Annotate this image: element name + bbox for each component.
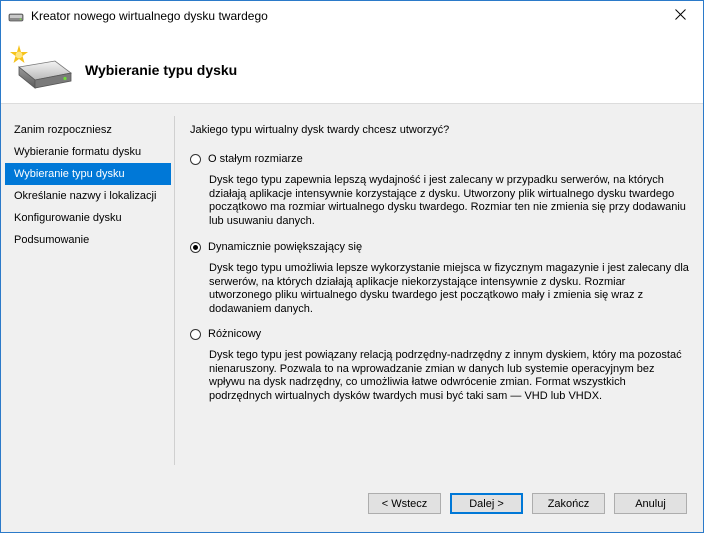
title-bar: Kreator nowego wirtualnego dysku twardeg… <box>1 1 703 31</box>
option-dynamic: Dynamicznie powiększający się Dysk tego … <box>190 239 690 316</box>
option-description: Dysk tego typu zapewnia lepszą wydajność… <box>209 174 686 227</box>
close-icon <box>674 9 686 23</box>
step-configure-disk[interactable]: Konfigurowanie dysku <box>5 207 171 229</box>
finish-button[interactable]: Zakończ <box>532 493 605 514</box>
option-differencing: Różnicowy Dysk tego typu jest powiązany … <box>190 326 690 403</box>
step-before-you-begin[interactable]: Zanim rozpoczniesz <box>5 119 171 141</box>
disk-type-panel: Jakiego typu wirtualny dysk twardy chces… <box>190 124 690 403</box>
radio-differencing[interactable]: Różnicowy <box>190 326 690 342</box>
step-choose-type[interactable]: Wybieranie typu dysku <box>5 163 171 185</box>
hard-disk-app-icon <box>8 8 24 24</box>
wizard-content: Zanim rozpoczniesz Wybieranie formatu dy… <box>1 104 703 476</box>
option-label[interactable]: Dynamicznie powiększający się <box>208 241 362 253</box>
radio-button-icon[interactable] <box>190 328 201 340</box>
wizard-footer: < Wstecz Dalej > Zakończ Anuluj <box>1 476 703 532</box>
page-title: Wybieranie typu dysku <box>85 62 238 78</box>
wizard-window: Kreator nowego wirtualnego dysku twardeg… <box>0 0 704 533</box>
option-label[interactable]: O stałym rozmiarze <box>208 153 303 165</box>
radio-button-icon[interactable] <box>190 153 201 165</box>
nav-divider <box>174 116 175 465</box>
step-summary[interactable]: Podsumowanie <box>5 229 171 251</box>
wizard-steps-nav: Zanim rozpoczniesz Wybieranie formatu dy… <box>5 119 171 251</box>
option-fixed-size: O stałym rozmiarze Dysk tego typu zapewn… <box>190 151 690 228</box>
disk-wizard-icon <box>5 43 77 93</box>
radio-fixed-size[interactable]: O stałym rozmiarze <box>190 151 690 167</box>
next-button[interactable]: Dalej > <box>450 493 523 514</box>
close-button[interactable] <box>657 1 703 31</box>
step-choose-format[interactable]: Wybieranie formatu dysku <box>5 141 171 163</box>
window-title: Kreator nowego wirtualnego dysku twardeg… <box>31 9 268 23</box>
disk-type-question: Jakiego typu wirtualny dysk twardy chces… <box>190 124 450 136</box>
option-description: Dysk tego typu umożliwia lepsze wykorzys… <box>209 262 689 315</box>
option-description: Dysk tego typu jest powiązany relacją po… <box>209 349 682 402</box>
radio-dynamic[interactable]: Dynamicznie powiększający się <box>190 239 690 255</box>
wizard-header: Wybieranie typu dysku <box>1 31 703 104</box>
radio-button-selected-icon[interactable] <box>190 241 201 253</box>
option-label[interactable]: Różnicowy <box>208 328 261 340</box>
cancel-button[interactable]: Anuluj <box>614 493 687 514</box>
back-button[interactable]: < Wstecz <box>368 493 441 514</box>
step-name-and-location[interactable]: Określanie nazwy i lokalizacji <box>5 185 171 207</box>
